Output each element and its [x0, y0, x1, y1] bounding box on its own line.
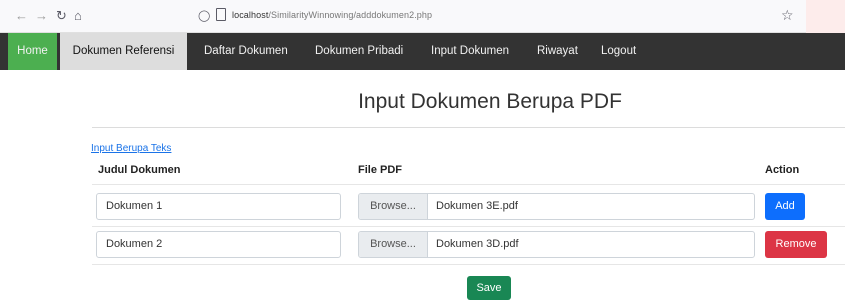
header-action: Action — [765, 164, 800, 176]
save-button[interactable]: Save — [467, 276, 511, 300]
nav-riwayat[interactable]: Riwayat — [537, 33, 578, 70]
top-navbar: Home Dokumen Referensi Daftar Dokumen Do… — [0, 33, 845, 70]
nav-home[interactable]: Home — [8, 33, 57, 70]
header-judul-dokumen: Judul Dokumen — [98, 164, 181, 176]
file-pdf-input-1[interactable]: Browse... Dokumen 3E.pdf — [358, 193, 755, 220]
nav-logout[interactable]: Logout — [601, 33, 636, 70]
page-icon — [216, 8, 226, 21]
browser-toolbar: ← → ↻ ⌂ ◯ localhost/SimilarityWinnowing/… — [0, 0, 845, 33]
nav-daftar-dokumen[interactable]: Daftar Dokumen — [204, 33, 288, 70]
divider — [92, 127, 845, 128]
nav-dokumen-referensi[interactable]: Dokumen Referensi — [60, 33, 187, 70]
page-title: Input Dokumen Berupa PDF — [358, 90, 622, 113]
file-name-1: Dokumen 3E.pdf — [436, 200, 518, 212]
url-path: /SimilarityWinnowing/adddokumen2.php — [268, 10, 433, 20]
forward-arrow-icon[interactable]: → — [35, 8, 48, 24]
reload-icon[interactable]: ↻ — [56, 8, 67, 24]
browse-button-2[interactable]: Browse... — [359, 232, 428, 257]
back-arrow-icon[interactable]: ← — [15, 8, 28, 24]
file-pdf-input-2[interactable]: Browse... Dokumen 3D.pdf — [358, 231, 755, 258]
file-name-2: Dokumen 3D.pdf — [436, 238, 519, 250]
table-row-divider — [92, 226, 845, 227]
header-file-pdf: File PDF — [358, 164, 403, 176]
table-row-divider — [92, 184, 845, 185]
browse-button-1[interactable]: Browse... — [359, 194, 428, 219]
judul-dokumen-input-2[interactable]: Dokumen 2 — [96, 231, 341, 258]
add-button[interactable]: Add — [765, 193, 805, 220]
url-host: localhost — [232, 10, 269, 20]
shield-icon[interactable]: ◯ — [198, 9, 210, 22]
input-text-link[interactable]: Input Berupa Teks — [91, 143, 171, 154]
bookmark-star-icon[interactable]: ☆ — [781, 7, 794, 24]
address-bar[interactable]: localhost/SimilarityWinnowing/adddokumen… — [232, 10, 432, 20]
window-corner — [806, 0, 845, 33]
nav-input-dokumen[interactable]: Input Dokumen — [431, 33, 509, 70]
judul-dokumen-input-1[interactable]: Dokumen 1 — [96, 193, 341, 220]
remove-button[interactable]: Remove — [765, 231, 827, 258]
home-icon[interactable]: ⌂ — [74, 8, 82, 24]
nav-dokumen-pribadi[interactable]: Dokumen Pribadi — [315, 33, 403, 70]
table-row-divider — [92, 264, 845, 265]
